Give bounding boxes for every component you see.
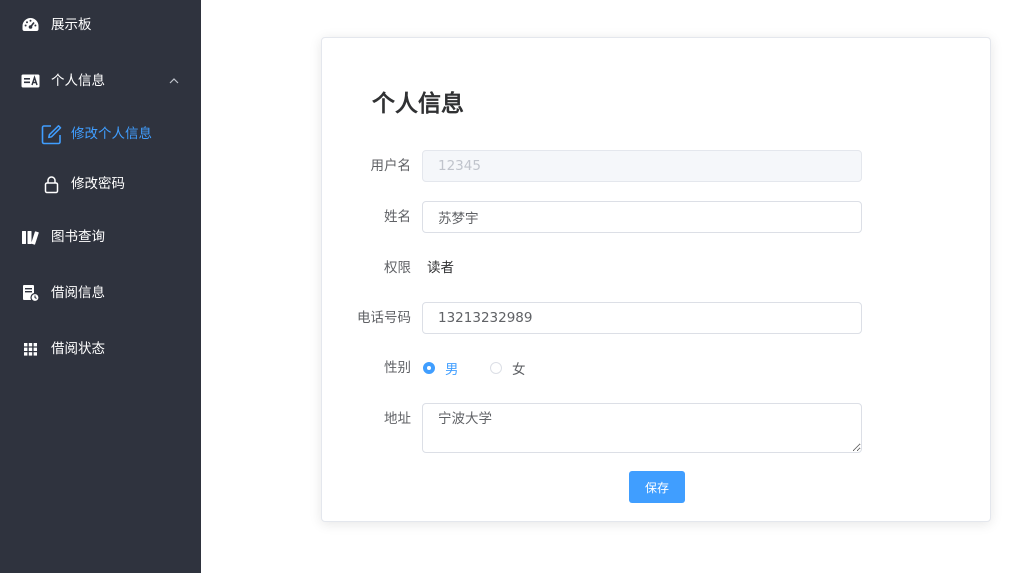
radio-label: 男: [445, 362, 459, 378]
name-label: 姓名: [384, 209, 411, 225]
address-field[interactable]: 宁波大学: [422, 403, 862, 453]
sidebar-item-label: 修改密码: [71, 176, 125, 192]
role-label: 权限: [384, 260, 411, 276]
sidebar-item-label: 展示板: [51, 17, 92, 33]
sidebar-item-label: 修改个人信息: [71, 126, 152, 142]
edit-icon: [41, 125, 62, 145]
id-card-icon: [21, 74, 40, 88]
page-title: 个人信息: [372, 91, 464, 117]
radio-circle[interactable]: [423, 362, 435, 374]
grid-icon: [24, 343, 37, 356]
chevron-up-icon[interactable]: [168, 76, 180, 86]
sidebar-item-dashboard[interactable]: 展示板: [0, 5, 201, 45]
profile-card: 个人信息 用户名 姓名 权限 读者 电话号码 性别 男 女 地址 宁波大学 保存: [321, 37, 991, 522]
sidebar-item-label: 借阅信息: [51, 285, 105, 301]
gender-radio-male[interactable]: 男: [423, 358, 459, 378]
username-label: 用户名: [370, 158, 412, 174]
sidebar: 展示板 个人信息 修改个人信息 修改密码 图书查询 借阅信息 借阅状态: [0, 0, 201, 573]
books-icon: [22, 231, 39, 245]
sidebar-item-label: 个人信息: [51, 73, 105, 89]
sidebar-item-edit-profile[interactable]: 修改个人信息: [0, 114, 201, 154]
phone-label: 电话号码: [357, 310, 411, 326]
role-value: 读者: [427, 260, 454, 276]
dashboard-icon: [22, 18, 39, 31]
radio-circle[interactable]: [490, 362, 502, 374]
sidebar-item-label: 借阅状态: [51, 341, 105, 357]
gender-label: 性别: [384, 360, 411, 376]
phone-field[interactable]: [422, 302, 862, 334]
document-clock-icon: [23, 285, 40, 302]
sidebar-item-label: 图书查询: [51, 229, 105, 245]
sidebar-item-borrow-info[interactable]: 借阅信息: [0, 273, 201, 313]
sidebar-item-change-password[interactable]: 修改密码: [0, 164, 201, 204]
sidebar-item-borrow-status[interactable]: 借阅状态: [0, 329, 201, 369]
sidebar-item-book-search[interactable]: 图书查询: [0, 217, 201, 257]
address-label: 地址: [384, 411, 411, 427]
gender-radio-female[interactable]: 女: [490, 358, 526, 378]
lock-icon: [44, 176, 59, 194]
name-field[interactable]: [422, 201, 862, 233]
radio-label: 女: [512, 362, 526, 378]
save-button[interactable]: 保存: [629, 471, 685, 503]
username-field: [422, 150, 862, 182]
sidebar-item-personal-info[interactable]: 个人信息: [0, 61, 201, 101]
